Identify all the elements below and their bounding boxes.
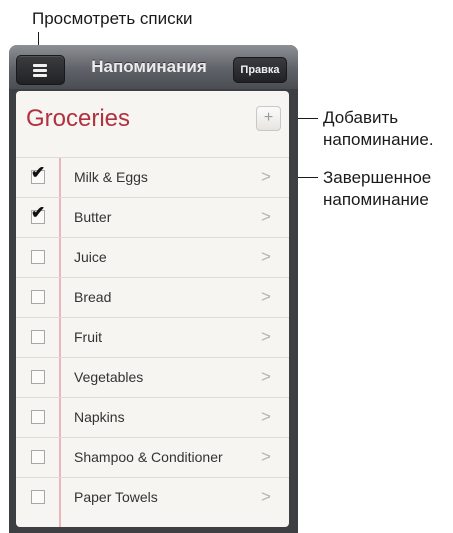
- reminder-label: Vegetables: [74, 369, 144, 385]
- completion-checkbox[interactable]: [31, 410, 45, 424]
- chevron-right-icon[interactable]: >: [261, 247, 271, 267]
- reminder-row[interactable]: Shampoo & Conditioner >: [16, 437, 289, 478]
- reminders-app-window: Напоминания Правка Groceries + ✔ Milk & E…: [9, 45, 298, 533]
- completion-checkbox[interactable]: [31, 490, 45, 504]
- completion-checkbox[interactable]: [31, 290, 45, 304]
- callout-completed-line2: напоминание: [323, 190, 429, 209]
- reminder-row[interactable]: Paper Towels >: [16, 477, 289, 518]
- chevron-right-icon[interactable]: >: [261, 487, 271, 507]
- chevron-right-icon[interactable]: >: [261, 207, 271, 227]
- callout-add-reminder-line2: напоминание.: [323, 130, 434, 149]
- reminder-label: Milk & Eggs: [74, 169, 148, 185]
- navigation-bar: Напоминания Правка: [9, 45, 298, 89]
- completion-checkbox[interactable]: ✔: [31, 203, 45, 224]
- callout-completed-reminder: Завершенное напоминание: [323, 167, 431, 211]
- reminder-label: Paper Towels: [74, 489, 158, 505]
- completion-checkbox[interactable]: [31, 250, 45, 264]
- completion-checkbox[interactable]: ✔: [31, 163, 45, 184]
- reminder-label: Fruit: [74, 329, 102, 345]
- add-reminder-button[interactable]: +: [256, 106, 281, 131]
- reminder-row[interactable]: Juice >: [16, 237, 289, 278]
- completion-checkbox[interactable]: [31, 450, 45, 464]
- page-title: Напоминания: [91, 57, 207, 76]
- reminder-row[interactable]: Bread >: [16, 277, 289, 318]
- checkmark-icon: ✔: [31, 203, 46, 222]
- chevron-right-icon[interactable]: >: [261, 367, 271, 387]
- reminder-row[interactable]: Napkins >: [16, 397, 289, 438]
- completion-checkbox[interactable]: [31, 330, 45, 344]
- reminder-label: Napkins: [74, 409, 125, 425]
- chevron-right-icon[interactable]: >: [261, 327, 271, 347]
- reminder-row[interactable]: ✔ Butter >: [16, 197, 289, 238]
- reminder-label: Bread: [74, 289, 112, 305]
- chevron-right-icon[interactable]: >: [261, 287, 271, 307]
- reminder-row[interactable]: Fruit >: [16, 317, 289, 358]
- chevron-right-icon[interactable]: >: [261, 167, 271, 187]
- chevron-right-icon[interactable]: >: [261, 407, 271, 427]
- reminder-label: Juice: [74, 249, 107, 265]
- view-lists-button[interactable]: [16, 55, 65, 85]
- callout-add-reminder: Добавить напоминание.: [323, 107, 434, 151]
- callout-completed-line1: Завершенное: [323, 168, 432, 187]
- list-title: Groceries: [26, 105, 131, 132]
- reminder-row[interactable]: ✔ Milk & Eggs >: [16, 157, 289, 198]
- reminder-list-panel: Groceries + ✔ Milk & Eggs > ✔ Butter > Juice > B…: [16, 91, 289, 527]
- callout-add-reminder-line1: Добавить: [323, 108, 399, 127]
- reminder-row[interactable]: Vegetables >: [16, 357, 289, 398]
- edit-button[interactable]: Правка: [233, 57, 287, 83]
- completion-checkbox[interactable]: [31, 370, 45, 384]
- reminder-label: Shampoo & Conditioner: [74, 449, 223, 465]
- reminder-label: Butter: [74, 209, 112, 225]
- chevron-right-icon[interactable]: >: [261, 447, 271, 467]
- callout-view-lists: Просмотреть списки: [32, 9, 193, 28]
- checkmark-icon: ✔: [31, 163, 46, 182]
